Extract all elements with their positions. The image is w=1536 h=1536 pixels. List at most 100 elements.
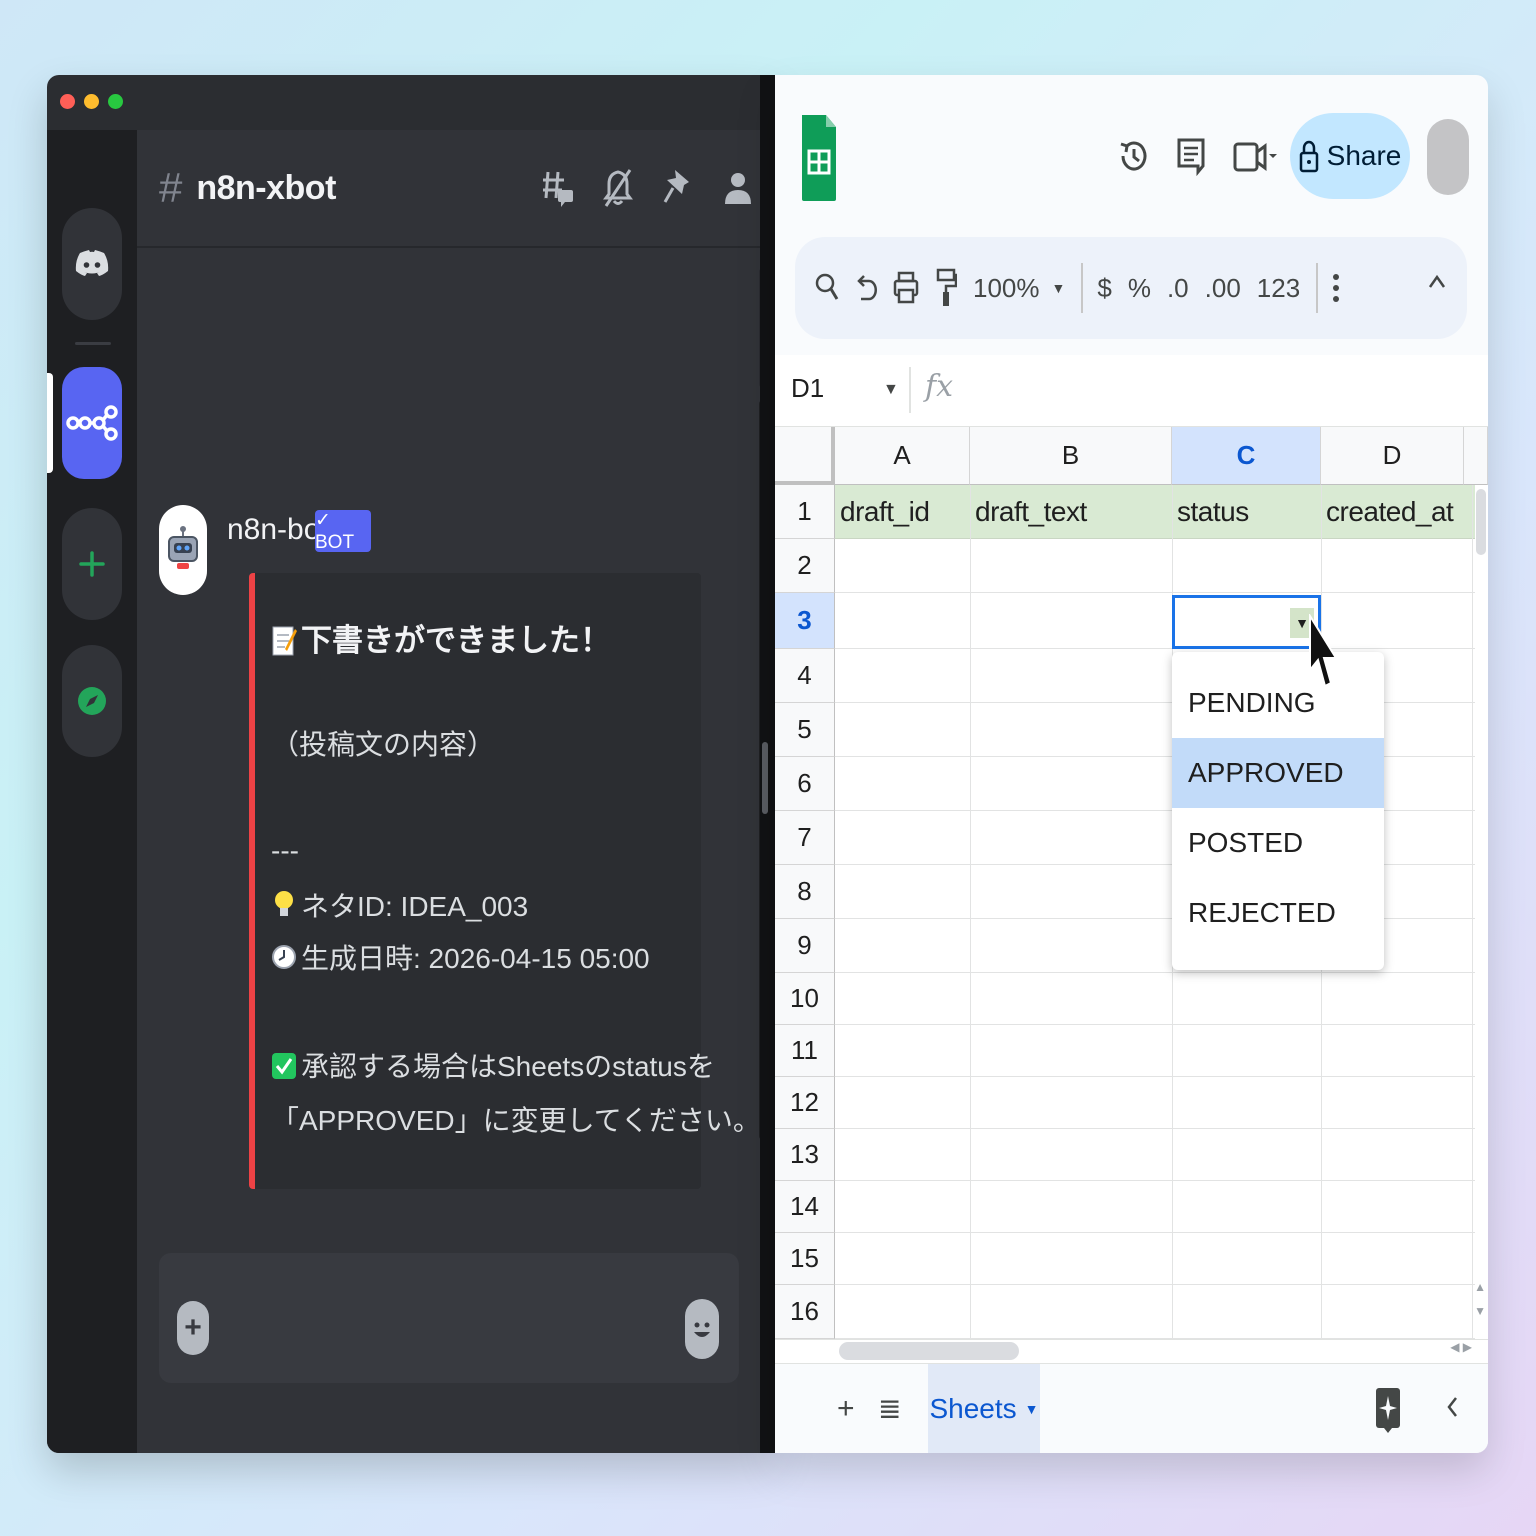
pin-icon[interactable] bbox=[661, 168, 695, 208]
vertical-scrollbar-thumb[interactable] bbox=[1476, 489, 1486, 555]
row-header-2[interactable]: 2 bbox=[775, 539, 835, 593]
row-header-1[interactable]: 1 bbox=[775, 485, 835, 539]
hide-menus-chevron-up-icon[interactable] bbox=[1427, 267, 1447, 304]
row-header-14[interactable]: 14 bbox=[775, 1181, 835, 1233]
cell-a1[interactable]: draft_id bbox=[835, 485, 970, 539]
version-history-icon[interactable] bbox=[1115, 133, 1151, 179]
message-composer[interactable]: + bbox=[159, 1253, 739, 1383]
emoji-picker-button[interactable] bbox=[685, 1299, 719, 1359]
discord-window: # n8n-xbot n8n-bot ✓ BOT 下書きができました！ （投稿文… bbox=[47, 75, 775, 1453]
server-n8n[interactable] bbox=[62, 367, 122, 479]
undo-icon[interactable] bbox=[855, 271, 877, 305]
row-header-12[interactable]: 12 bbox=[775, 1077, 835, 1129]
column-divider bbox=[1472, 485, 1473, 1339]
explore-sparkle-icon[interactable] bbox=[1375, 1386, 1401, 1439]
table-row[interactable] bbox=[835, 973, 1475, 1025]
discord-home-button[interactable] bbox=[62, 208, 122, 320]
meet-video-icon[interactable] bbox=[1231, 133, 1281, 179]
more-formats-button[interactable]: 123 bbox=[1257, 273, 1300, 304]
embed-approval-instruction: 承認する場合はSheetsのstatusを bbox=[271, 1045, 715, 1085]
table-row[interactable] bbox=[835, 1077, 1475, 1129]
side-panel-chevron-left-icon[interactable] bbox=[1445, 1392, 1459, 1429]
vertical-scroll-arrows[interactable]: ▲ ▼ bbox=[1474, 1275, 1486, 1323]
compass-icon bbox=[78, 687, 106, 715]
server-rail bbox=[47, 130, 137, 1453]
increase-decimal-button[interactable]: .00 bbox=[1205, 273, 1241, 304]
column-header-c[interactable]: C bbox=[1172, 427, 1321, 485]
table-row[interactable] bbox=[835, 1285, 1475, 1339]
maximize-window-button[interactable] bbox=[108, 94, 123, 109]
paint-format-icon[interactable] bbox=[935, 268, 957, 308]
channel-hash-icon: # bbox=[159, 164, 183, 211]
threads-icon[interactable] bbox=[541, 168, 575, 208]
cell-b1[interactable]: draft_text bbox=[970, 485, 1172, 539]
dropdown-option-rejected[interactable]: REJECTED bbox=[1172, 878, 1384, 948]
cell-c1[interactable]: status bbox=[1172, 485, 1321, 539]
dropdown-option-posted[interactable]: POSTED bbox=[1172, 808, 1384, 878]
column-header-a[interactable]: A bbox=[835, 427, 970, 485]
row-header-7[interactable]: 7 bbox=[775, 811, 835, 865]
check-mark-emoji-icon bbox=[272, 1053, 296, 1079]
lightbulb-emoji-icon bbox=[275, 891, 293, 916]
spreadsheet-grid[interactable]: A B C D draft_id draft_text status creat… bbox=[775, 427, 1488, 1339]
name-box-dropdown-icon[interactable]: ▼ bbox=[883, 381, 899, 399]
message-author[interactable]: n8n-bot bbox=[227, 513, 329, 547]
sheet-tab-dropdown-icon[interactable]: ▼ bbox=[1025, 1401, 1039, 1417]
sheet-tab-active[interactable]: Sheets ▼ bbox=[928, 1364, 1040, 1453]
cell-d1[interactable]: created_at bbox=[1321, 485, 1464, 539]
name-box[interactable]: D1 bbox=[791, 373, 824, 404]
row-header-10[interactable]: 10 bbox=[775, 973, 835, 1025]
row-header-4[interactable]: 4 bbox=[775, 649, 835, 703]
print-icon[interactable] bbox=[893, 270, 919, 306]
all-sheets-list-icon[interactable]: ≣ bbox=[878, 1392, 901, 1425]
column-header-e[interactable] bbox=[1464, 427, 1488, 485]
horizontal-scroll-arrows[interactable]: ◀ ▶ bbox=[1450, 1340, 1472, 1354]
table-row[interactable] bbox=[835, 1233, 1475, 1285]
share-button[interactable]: Share bbox=[1290, 113, 1410, 199]
add-sheet-plus-icon[interactable]: + bbox=[837, 1392, 855, 1426]
avatar[interactable] bbox=[159, 505, 207, 595]
table-row[interactable] bbox=[835, 539, 1475, 593]
bot-badge: ✓ BOT bbox=[315, 510, 371, 553]
row-header-9[interactable]: 9 bbox=[775, 919, 835, 973]
close-window-button[interactable] bbox=[60, 94, 75, 109]
decrease-decimal-button[interactable]: .0 bbox=[1167, 273, 1189, 304]
horizontal-scrollbar[interactable]: ◀ ▶ bbox=[775, 1339, 1488, 1363]
zoom-select[interactable]: 100% ▼ bbox=[973, 273, 1065, 304]
profile-avatar[interactable] bbox=[1427, 119, 1469, 195]
row-header-16[interactable]: 16 bbox=[775, 1285, 835, 1339]
minimize-window-button[interactable] bbox=[84, 94, 99, 109]
row-header-15[interactable]: 15 bbox=[775, 1233, 835, 1285]
select-all-corner[interactable] bbox=[775, 427, 835, 485]
explore-servers-button[interactable] bbox=[62, 645, 122, 757]
member-list-icon[interactable] bbox=[721, 168, 755, 208]
row-header-13[interactable]: 13 bbox=[775, 1129, 835, 1181]
dropdown-option-approved[interactable]: APPROVED bbox=[1172, 738, 1384, 808]
row-header-5[interactable]: 5 bbox=[775, 703, 835, 757]
mute-bell-icon[interactable] bbox=[601, 168, 635, 208]
share-label: Share bbox=[1326, 140, 1402, 171]
search-menus-icon[interactable] bbox=[815, 269, 839, 307]
column-header-d[interactable]: D bbox=[1321, 427, 1464, 485]
sheets-window: Share 100% ▼ $ % .0 .00 123 D1 ▼ fx A B … bbox=[775, 75, 1488, 1453]
attach-plus-button[interactable]: + bbox=[177, 1301, 209, 1355]
sheets-logo-icon[interactable] bbox=[800, 113, 838, 208]
table-row[interactable] bbox=[835, 1025, 1475, 1077]
add-server-button[interactable] bbox=[62, 508, 122, 620]
row-header-8[interactable]: 8 bbox=[775, 865, 835, 919]
table-row[interactable] bbox=[835, 1181, 1475, 1233]
dropdown-option-pending[interactable]: PENDING bbox=[1172, 668, 1384, 738]
horizontal-scrollbar-thumb[interactable] bbox=[839, 1342, 1019, 1360]
table-row[interactable] bbox=[835, 593, 1475, 649]
row-header-6[interactable]: 6 bbox=[775, 757, 835, 811]
format-currency-button[interactable]: $ bbox=[1097, 273, 1111, 304]
row-header-3[interactable]: 3 bbox=[775, 593, 835, 649]
split-resize-handle[interactable] bbox=[762, 742, 768, 814]
column-header-b[interactable]: B bbox=[970, 427, 1172, 485]
row-header-11[interactable]: 11 bbox=[775, 1025, 835, 1077]
format-percent-button[interactable]: % bbox=[1128, 273, 1151, 304]
comments-icon[interactable] bbox=[1173, 133, 1209, 179]
table-row[interactable] bbox=[835, 1129, 1475, 1181]
more-options-icon[interactable] bbox=[1332, 271, 1340, 305]
active-cell-c3[interactable]: ▼ bbox=[1172, 595, 1321, 649]
